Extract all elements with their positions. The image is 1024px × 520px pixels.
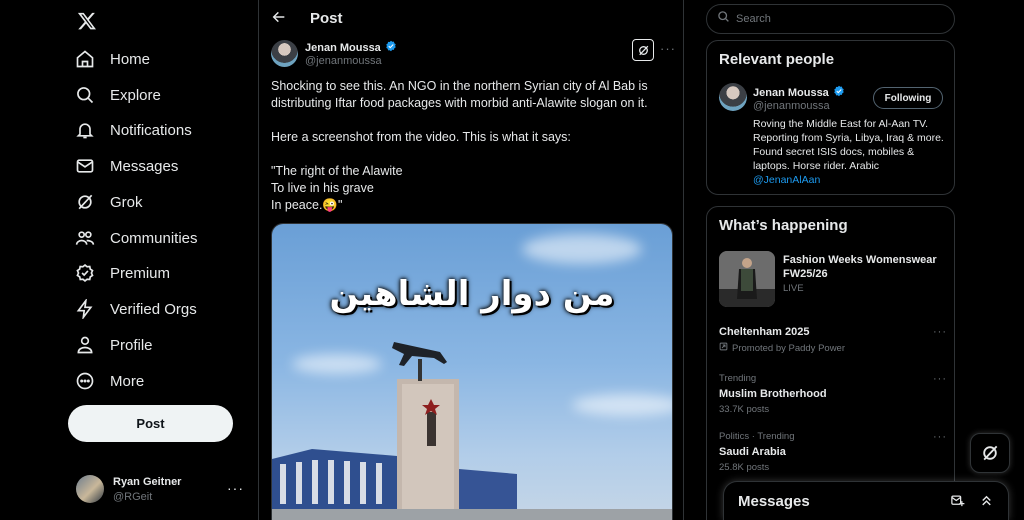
nav-label-messages: Messages [110, 157, 179, 175]
nav-verified-orgs[interactable]: Verified Orgs [74, 294, 197, 324]
nav-label-home: Home [110, 50, 151, 68]
bio-link[interactable]: @JenanAlAan [753, 173, 947, 187]
more-circle-icon [74, 370, 96, 392]
relevant-person-name-row[interactable]: Jenan Moussa [753, 85, 845, 100]
trend-item[interactable]: Trending Muslim Brotherhood 33.7K posts … [719, 373, 947, 415]
compose-post-button[interactable]: Post [68, 405, 233, 442]
image-overlay-text: من دوار الشاهين [329, 274, 615, 314]
nav-label-communities: Communities [110, 229, 198, 247]
trend-topic: Cheltenham 2025 [719, 326, 810, 338]
envelope-icon [74, 155, 96, 177]
search-icon [717, 10, 730, 28]
trend-item[interactable]: Politics · Trending Saudi Arabia 25.8K p… [719, 431, 947, 473]
bio-text: Roving the Middle East for Al-Aan TV. Re… [753, 118, 944, 172]
left-sidebar: Home Explore Notifications Messages Grok… [0, 0, 258, 520]
trend-topic: Muslim Brotherhood [719, 388, 827, 400]
post-text: Shocking to see this. An NGO in the nort… [271, 79, 648, 212]
nav-home[interactable]: Home [74, 44, 150, 74]
author-avatar[interactable] [271, 40, 298, 67]
back-arrow-icon[interactable] [271, 9, 287, 25]
nav-label-verified-orgs: Verified Orgs [110, 300, 197, 318]
trend-sub: 33.7K posts [719, 404, 770, 415]
relevant-people-title: Relevant people [719, 51, 835, 68]
page-title: Post [310, 10, 343, 27]
account-name: Ryan Geitner [113, 475, 182, 488]
relevant-person-bio: Roving the Middle East for Al-Aan TV. Re… [753, 117, 947, 187]
event-title[interactable]: Fashion Weeks Womenswear FW25/26 [783, 253, 943, 281]
home-icon [74, 48, 96, 70]
nav-profile[interactable]: Profile [74, 330, 153, 360]
account-handle: @RGeit [113, 490, 153, 503]
post-image[interactable]: من دوار الشاهين [271, 223, 673, 520]
author-name: Jenan Moussa [305, 41, 381, 54]
trend-meta: Politics · Trending [719, 431, 795, 442]
event-thumbnail[interactable] [719, 251, 775, 307]
grok-explain-button[interactable] [632, 39, 654, 61]
nav-notifications[interactable]: Notifications [74, 115, 192, 145]
account-switcher[interactable]: Ryan Geitner @RGeit ··· [76, 472, 246, 506]
trend-item[interactable]: Cheltenham 2025 Promoted by Paddy Power … [719, 326, 947, 354]
nav-grok[interactable]: Grok [74, 187, 143, 217]
grok-icon [74, 191, 96, 213]
nav-label-more: More [110, 372, 145, 390]
search-icon [74, 84, 96, 106]
whats-happening-card: What’s happening Fashion Weeks Womenswea… [706, 206, 955, 520]
user-avatar [76, 475, 104, 503]
post-more-icon[interactable]: ··· [660, 41, 676, 56]
right-sidebar: Relevant people Jenan Moussa @jenanmouss… [706, 0, 956, 520]
nav-label-grok: Grok [110, 193, 143, 211]
new-message-icon[interactable] [950, 493, 965, 513]
promoted-icon [719, 342, 728, 354]
trend-promoted: Promoted by Paddy Power [719, 342, 947, 354]
image-scene [272, 342, 672, 520]
event-status: LIVE [783, 283, 804, 294]
account-more-icon[interactable]: ··· [227, 480, 244, 496]
relevant-person-avatar[interactable] [719, 83, 747, 111]
premium-icon [74, 262, 96, 284]
verified-badge-icon [833, 85, 845, 100]
following-button[interactable]: Following [873, 87, 943, 109]
relevant-person-handle[interactable]: @jenanmoussa [753, 100, 830, 112]
nav-label-profile: Profile [110, 336, 153, 354]
trend-more-icon[interactable]: ··· [933, 373, 947, 385]
nav-label-premium: Premium [110, 264, 171, 282]
search-bar[interactable] [706, 4, 955, 34]
verified-badge-icon [385, 40, 397, 55]
messages-drawer[interactable]: Messages [723, 481, 1009, 520]
collapse-up-icon[interactable] [979, 493, 994, 513]
messages-drawer-title: Messages [738, 492, 810, 510]
nav-messages[interactable]: Messages [74, 151, 178, 181]
lightning-icon [74, 298, 96, 320]
nav-premium[interactable]: Premium [74, 258, 170, 288]
author-name-row[interactable]: Jenan Moussa [305, 40, 397, 55]
grok-icon [983, 445, 998, 461]
trend-more-icon[interactable]: ··· [933, 431, 947, 443]
event-thumbnail-art [719, 251, 775, 307]
trend-sub: 25.8K posts [719, 462, 770, 473]
people-icon [74, 227, 96, 249]
app-root: Home Explore Notifications Messages Grok… [0, 0, 1024, 520]
post-detail-column: Post Jenan Moussa @jenanmoussa ··· Shock… [258, 0, 684, 520]
nav-communities[interactable]: Communities [74, 223, 198, 253]
relevant-people-card: Relevant people Jenan Moussa @jenanmouss… [706, 40, 955, 195]
nav-more[interactable]: More [74, 366, 144, 396]
search-input[interactable] [736, 13, 936, 25]
trend-meta: Trending [719, 373, 757, 384]
post-header: Post [259, 0, 683, 36]
trend-sub: Promoted by Paddy Power [732, 342, 846, 354]
relevant-person-name: Jenan Moussa [753, 86, 829, 99]
grok-floating-button[interactable] [970, 433, 1010, 473]
author-handle[interactable]: @jenanmoussa [305, 55, 382, 67]
nav-label-explore: Explore [110, 86, 161, 104]
trend-topic: Saudi Arabia [719, 446, 786, 458]
person-icon [74, 334, 96, 356]
trend-more-icon[interactable]: ··· [933, 326, 947, 338]
whats-happening-title: What’s happening [719, 217, 848, 234]
nav-label-notifications: Notifications [110, 121, 192, 139]
x-logo-icon[interactable] [74, 8, 100, 34]
bell-icon [74, 119, 96, 141]
nav-explore[interactable]: Explore [74, 80, 161, 110]
